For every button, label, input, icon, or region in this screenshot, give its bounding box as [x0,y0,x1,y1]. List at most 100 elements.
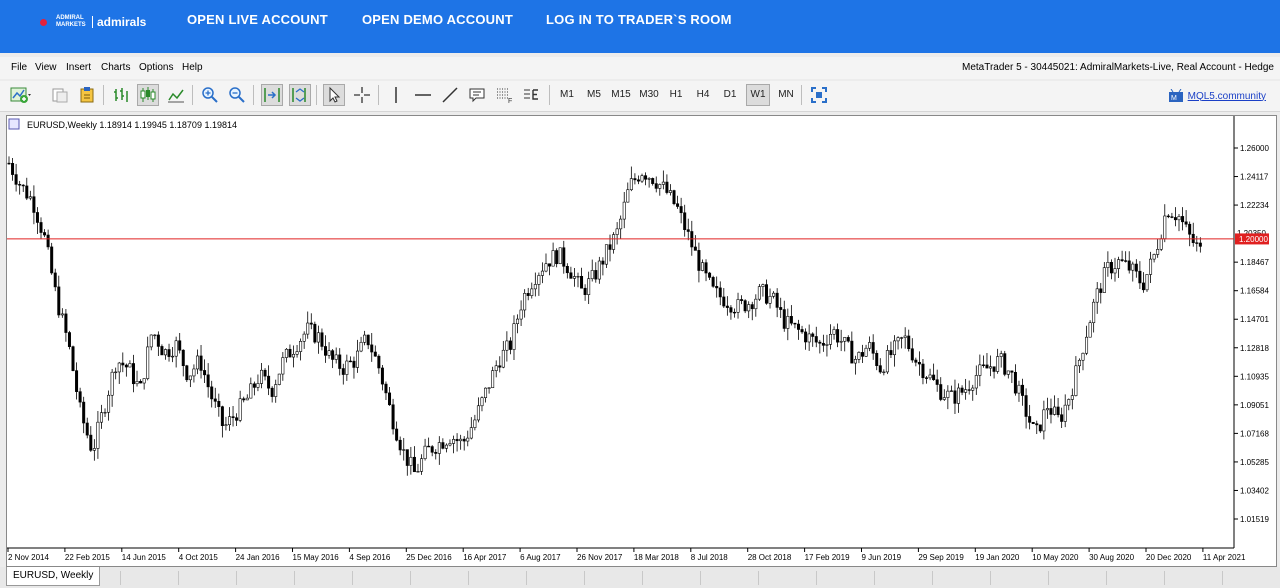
candle-body [644,175,648,180]
candle-body [412,456,416,473]
menu-insert[interactable]: Insert [66,62,91,73]
candle-body [501,349,505,368]
timeframe-m30-button[interactable]: M30 [637,84,661,106]
vertical-line-icon[interactable] [385,84,407,106]
candle-body [210,386,214,400]
candle-body [402,449,406,451]
candle-body [1042,409,1046,432]
candle-body [932,374,936,381]
timeframe-h1-button[interactable]: H1 [665,84,687,106]
fibonacci-icon[interactable]: F [493,84,515,106]
candle-body [693,246,697,251]
zoom-out-icon[interactable] [226,84,248,106]
open-demo-account-link[interactable]: OPEN DEMO ACCOUNT [362,12,513,27]
tab-divider [1048,571,1049,585]
chart-window[interactable]: EURUSD,Weekly 1.18914 1.19945 1.18709 1.… [6,115,1277,567]
candle-body [149,334,153,348]
timeframe-m1-button[interactable]: M1 [556,84,578,106]
market-watch-icon[interactable] [76,84,98,106]
fullscreen-icon[interactable] [808,84,830,106]
candle-body [1077,359,1081,367]
time-tick-label: 17 Feb 2019 [805,553,850,562]
eurusd-weekly-chart[interactable]: EURUSD,Weekly 1.18914 1.19945 1.18709 1.… [7,116,1276,566]
candle-body [345,360,349,375]
time-tick-label: 11 Apr 2021 [1203,553,1246,562]
candle-body [818,341,822,344]
candle-body [163,349,167,356]
new-chart-icon[interactable] [10,84,32,106]
candle-body [89,434,93,451]
zoom-in-icon[interactable] [199,84,221,106]
timeframe-m15-button[interactable]: M15 [609,84,633,106]
menu-bar: File View Insert Charts Options Help Met… [0,57,1280,79]
menu-options[interactable]: Options [139,62,173,73]
candlestick-chart-icon[interactable] [137,84,159,106]
candle-body [388,392,392,406]
price-level-label: 1.20000 [1239,235,1268,244]
candle-body [487,387,491,389]
candle-body [227,416,231,426]
candle-body [928,374,932,379]
candle-body [974,375,978,389]
candle-body [505,340,509,351]
candle-body [316,332,320,343]
svg-text:F: F [508,98,512,104]
chart-tab-eurusd-weekly[interactable]: EURUSD, Weekly [6,567,101,586]
traders-room-login-link[interactable]: LOG IN TO TRADER`S ROOM [546,12,732,27]
menu-file[interactable]: File [11,62,27,73]
timeframe-h4-button[interactable]: H4 [692,84,714,106]
tab-divider [990,571,991,585]
candle-body [366,334,370,346]
timeframe-m5-button[interactable]: M5 [583,84,605,106]
menu-view[interactable]: View [35,62,57,73]
menu-help[interactable]: Help [182,62,203,73]
bar-chart-icon[interactable] [110,84,132,106]
horizontal-line-icon[interactable] [412,84,434,106]
chart-shift-icon[interactable] [289,84,311,106]
candle-body [853,359,857,364]
open-live-account-link[interactable]: OPEN LIVE ACCOUNT [187,12,328,27]
candle-body [789,316,793,324]
time-tick-label: 20 Dec 2020 [1146,553,1192,562]
candle-body [1188,223,1192,235]
candle-body [850,340,854,364]
candle-body [1159,238,1163,250]
candle-body [1095,288,1099,303]
candle-body [306,322,310,335]
candle-body [1085,336,1089,354]
timeframe-w1-button[interactable]: W1 [746,84,770,106]
trendline-icon[interactable] [439,84,461,106]
candle-body [469,427,473,439]
candle-body [590,270,594,280]
line-chart-icon[interactable] [165,84,187,106]
candle-body [195,355,199,370]
profiles-icon[interactable] [49,84,71,106]
candle-body [1063,404,1067,422]
candle-body [494,365,498,371]
candle-body [434,451,438,454]
candle-body [448,443,452,446]
tab-divider [120,571,121,585]
admirals-logo[interactable]: ADMIRAL MARKETS admirals [40,12,146,32]
mql5-community-link[interactable]: M MQL5.community [1168,89,1266,103]
candle-body [110,371,114,396]
candle-body [839,340,843,343]
candle-body [679,206,683,214]
text-label-icon[interactable] [466,84,488,106]
candle-body [999,353,1003,357]
candle-body [708,272,712,278]
cursor-icon[interactable] [323,84,345,106]
crosshair-icon[interactable] [351,84,373,106]
candle-body [1056,406,1060,416]
shapes-icon[interactable] [520,84,542,106]
candle-body [220,406,224,426]
candle-body [917,361,921,365]
timeframe-mn-button[interactable]: MN [773,84,799,106]
menu-charts[interactable]: Charts [101,62,130,73]
candle-body [935,379,939,385]
candle-body [885,350,889,373]
logo-dot-icon [40,18,47,26]
timeframe-d1-button[interactable]: D1 [719,84,741,106]
candle-body [939,384,943,400]
auto-scroll-icon[interactable] [261,84,283,106]
